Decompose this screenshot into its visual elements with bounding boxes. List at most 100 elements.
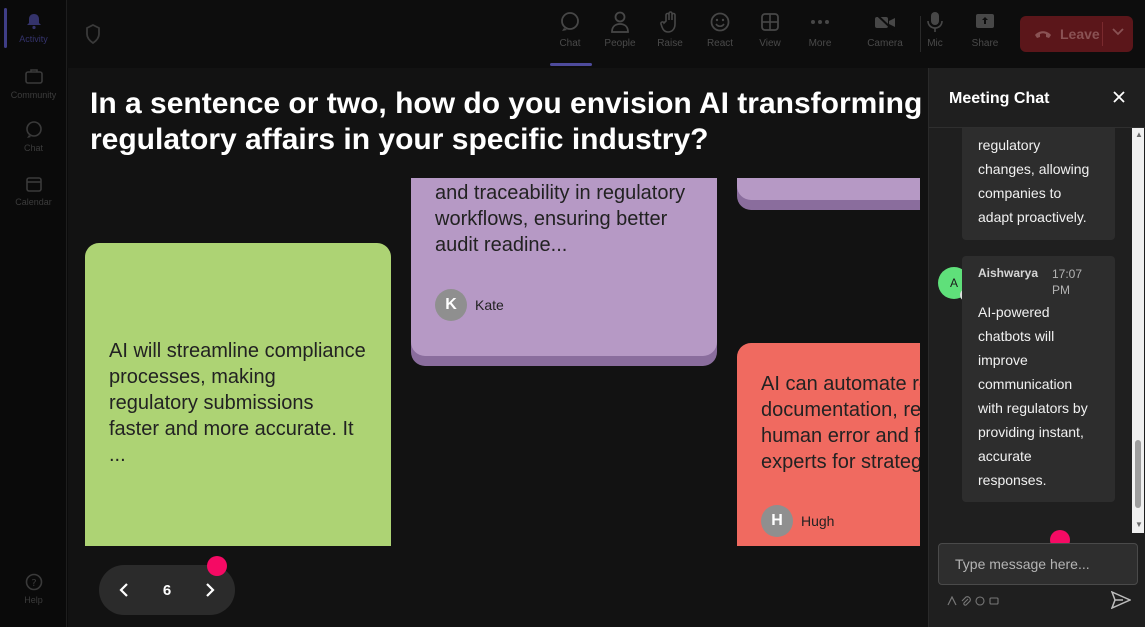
toolbar-raise-button[interactable]: Raise xyxy=(648,10,692,62)
svg-text:?: ? xyxy=(31,578,36,589)
rail-item-activity[interactable]: Activity xyxy=(0,10,67,44)
send-icon xyxy=(1110,590,1132,610)
message-line: with regulators by xyxy=(978,400,1088,416)
toolbar-label: Camera xyxy=(867,38,903,49)
share-icon xyxy=(974,10,996,34)
message-line: communication xyxy=(978,376,1073,392)
meeting-toolbar: Chat People Raise React View More Camera… xyxy=(67,0,1145,68)
send-button[interactable] xyxy=(1110,590,1132,614)
rail-item-help[interactable]: ? Help xyxy=(0,571,67,605)
rail-item-chat[interactable]: Chat xyxy=(0,119,67,153)
close-chat-button[interactable] xyxy=(1107,85,1131,109)
card-line: AI will streamline compliance xyxy=(109,340,366,362)
scroll-down-arrow-icon[interactable]: ▼ xyxy=(1135,520,1143,529)
message-time: 17:07 PM xyxy=(1052,267,1083,297)
format-icon[interactable] xyxy=(947,596,957,606)
response-card-hugh[interactable]: AI can automate re documentation, re hum… xyxy=(737,343,920,546)
author-name: Kate xyxy=(475,297,504,313)
response-card-partial[interactable] xyxy=(737,178,920,200)
toolbar-people-button[interactable]: People xyxy=(598,10,642,62)
message-line: AI-powered xyxy=(978,304,1050,320)
card-author: K Kate xyxy=(435,289,504,321)
chat-message: Aishwarya 17:07 PM AI-powered chatbots w… xyxy=(962,256,1115,502)
emoji-icon[interactable] xyxy=(975,596,985,606)
presentation-stage: In a sentence or two, how do you envisio… xyxy=(68,68,928,627)
gif-icon[interactable] xyxy=(989,596,999,606)
chat-scrollbar[interactable]: ▲ ▼ xyxy=(1132,128,1144,533)
rail-label: Chat xyxy=(23,143,43,153)
meeting-chat-panel: Meeting Chat regulatory changes, allowin… xyxy=(928,68,1145,627)
chat-message: regulatory changes, allowing companies t… xyxy=(962,128,1115,240)
avatar-initial: A xyxy=(949,276,958,290)
more-icon xyxy=(809,10,831,34)
message-line: adapt proactively. xyxy=(978,209,1087,225)
toolbar-more-button[interactable]: More xyxy=(798,10,842,62)
chevron-right-icon xyxy=(206,583,215,597)
toolbar-label: Raise xyxy=(657,38,683,49)
toolbar-label: Share xyxy=(971,38,999,49)
toolbar-camera-button[interactable]: Camera xyxy=(863,10,907,62)
calendar-icon xyxy=(23,173,45,195)
author-name: Hugh xyxy=(801,513,835,529)
leave-label: Leave xyxy=(1060,26,1100,42)
rail-item-calendar[interactable]: Calendar xyxy=(0,173,67,207)
toolbar-share-button[interactable]: Share xyxy=(963,10,1007,62)
attach-icon[interactable] xyxy=(961,596,971,606)
prev-page-button[interactable] xyxy=(99,565,149,615)
toolbar-label: View xyxy=(759,38,781,49)
toolbar-mic-button[interactable]: Mic xyxy=(913,10,957,62)
response-card-green[interactable]: AI will streamline compliance processes,… xyxy=(85,243,391,546)
card-line: AI can automate re xyxy=(761,373,920,395)
card-line: workflows, ensuring better xyxy=(435,208,668,230)
message-line: responses. xyxy=(978,472,1047,488)
card-line: audit readine... xyxy=(435,234,568,256)
view-grid-icon xyxy=(759,10,781,34)
rail-label: Help xyxy=(24,595,43,605)
message-author: Aishwarya xyxy=(978,266,1039,280)
page-number: 6 xyxy=(162,581,172,599)
input-placeholder: Type message here... xyxy=(955,556,1090,572)
rail-item-community[interactable]: Community xyxy=(0,66,67,100)
chat-messages[interactable]: regulatory changes, allowing companies t… xyxy=(929,128,1132,533)
card-text: AI will streamline compliance processes,… xyxy=(109,338,379,468)
compose-toolbar xyxy=(947,596,999,606)
card-line: human error and f xyxy=(761,425,920,447)
toolbar-react-button[interactable]: React xyxy=(698,10,742,62)
response-card-kate[interactable]: and traceability in regulatory workflows… xyxy=(411,178,717,356)
phone-hangup-icon xyxy=(1034,27,1052,42)
card-text: and traceability in regulatory workflows… xyxy=(435,180,685,258)
card-line: ... xyxy=(109,444,126,466)
chevron-down-icon[interactable] xyxy=(1112,25,1124,39)
camera-off-icon xyxy=(874,10,896,34)
raise-hand-icon xyxy=(659,10,681,34)
leave-divider xyxy=(1102,22,1103,46)
bell-icon xyxy=(23,10,45,32)
toolbar-label: React xyxy=(706,38,734,49)
toolbar-label: Chat xyxy=(559,38,581,49)
scroll-thumb[interactable] xyxy=(1135,440,1141,508)
message-line: chatbots will xyxy=(978,328,1055,344)
message-line: changes, allowing xyxy=(978,161,1090,177)
chat-title: Meeting Chat xyxy=(949,90,1050,107)
toolbar-view-button[interactable]: View xyxy=(748,10,792,62)
card-line: documentation, re xyxy=(761,399,920,421)
card-line: experts for strateg xyxy=(761,451,920,473)
toolbar-chat-button[interactable]: Chat xyxy=(548,10,592,62)
leave-button[interactable]: Leave xyxy=(1020,16,1133,52)
toolbar-label: Mic xyxy=(927,38,943,49)
chat-message-input[interactable]: Type message here... xyxy=(938,543,1138,585)
click-indicator-dot xyxy=(207,556,227,576)
shield-icon xyxy=(85,23,101,49)
avatar: H xyxy=(761,505,793,537)
card-line: faster and more accurate. It xyxy=(109,418,354,440)
avatar: K xyxy=(435,289,467,321)
question-title: In a sentence or two, how do you envisio… xyxy=(90,87,923,156)
toolbar-label: More xyxy=(808,38,832,49)
chat-header: Meeting Chat xyxy=(929,68,1145,128)
people-icon xyxy=(609,10,631,34)
card-line: regulatory submissions xyxy=(109,392,314,414)
scroll-up-arrow-icon[interactable]: ▲ xyxy=(1135,130,1143,139)
message-line: providing instant, xyxy=(978,424,1084,440)
message-line: improve xyxy=(978,352,1028,368)
message-line: accurate xyxy=(978,448,1032,464)
